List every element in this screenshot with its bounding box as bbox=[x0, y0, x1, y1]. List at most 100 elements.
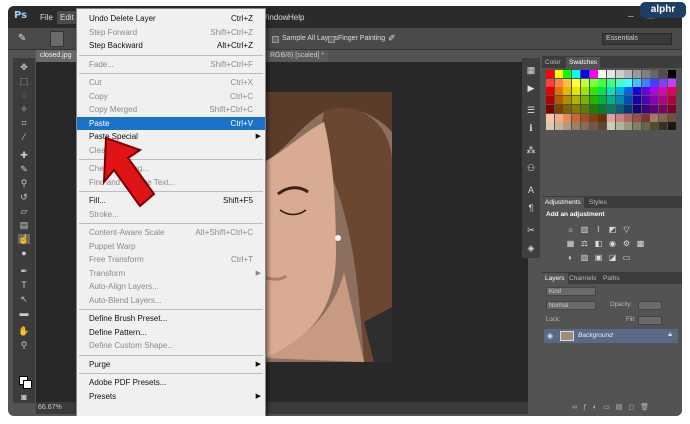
color-swatch[interactable] bbox=[650, 78, 659, 87]
pen-tool-icon[interactable]: ✒ bbox=[18, 266, 30, 276]
menu-item-paste[interactable]: Paste Ctrl+V bbox=[77, 116, 265, 130]
menu-item-transform[interactable]: Transform ▶ bbox=[77, 267, 265, 280]
smudge-tool-icon[interactable]: ☝ bbox=[18, 234, 30, 244]
color-swatch[interactable] bbox=[546, 113, 554, 122]
color-swatch[interactable] bbox=[650, 104, 659, 113]
color-swatch[interactable] bbox=[572, 70, 581, 78]
color-swatch[interactable] bbox=[624, 87, 633, 96]
eyedropper-tool-icon[interactable]: ⁄ bbox=[18, 132, 30, 142]
color-swatch[interactable] bbox=[572, 122, 581, 131]
color-swatch[interactable] bbox=[633, 87, 641, 96]
workspace-select[interactable]: Essentials bbox=[602, 33, 672, 45]
color-swatch[interactable] bbox=[554, 113, 563, 122]
menu-item-copy-merged[interactable]: Copy Merged Shift+Ctrl+C bbox=[77, 103, 265, 116]
color-swatch[interactable] bbox=[598, 104, 607, 113]
posterize-icon[interactable]: ▨ bbox=[580, 253, 589, 262]
color-swatch[interactable] bbox=[546, 78, 554, 87]
color-swatch[interactable] bbox=[563, 70, 572, 78]
color-swatch[interactable] bbox=[659, 78, 668, 87]
color-swatch[interactable] bbox=[659, 113, 668, 122]
color-swatch[interactable] bbox=[554, 122, 563, 131]
pressure-icon[interactable]: ✐ bbox=[388, 33, 396, 44]
menu-item-auto-align-layers[interactable]: Auto-Align Layers... bbox=[77, 280, 265, 293]
color-swatch[interactable] bbox=[580, 78, 589, 87]
hue-saturation-icon[interactable]: ▦ bbox=[566, 239, 575, 248]
color-swatch[interactable] bbox=[624, 122, 633, 131]
color-balance-icon[interactable]: ⚖ bbox=[580, 239, 589, 248]
menu-item-free-transform[interactable]: Free Transform Ctrl+T bbox=[77, 253, 265, 266]
color-swatch[interactable] bbox=[615, 104, 624, 113]
color-swatch[interactable] bbox=[633, 70, 641, 78]
menu-file[interactable]: File bbox=[40, 13, 53, 22]
layer-actions-bar[interactable]: ∞ƒ◐▭▤◻🗑︎ bbox=[572, 403, 655, 411]
color-swatch[interactable] bbox=[580, 113, 589, 122]
tab-paths[interactable]: Paths bbox=[600, 273, 623, 284]
color-swatch[interactable] bbox=[633, 104, 641, 113]
blend-mode-select[interactable]: Normal bbox=[546, 301, 596, 310]
fill-field[interactable] bbox=[638, 316, 662, 325]
color-swatch[interactable] bbox=[615, 96, 624, 105]
properties-icon[interactable]: ☰ bbox=[525, 104, 537, 116]
finger-painting-checkbox[interactable] bbox=[328, 36, 335, 43]
color-swatch[interactable] bbox=[633, 78, 641, 87]
menu-item-cut[interactable]: Cut Ctrl+X bbox=[77, 76, 265, 89]
invert-icon[interactable]: ◐ bbox=[566, 253, 575, 262]
color-swatch[interactable] bbox=[659, 104, 668, 113]
tab-styles[interactable]: Styles bbox=[586, 197, 610, 208]
color-swatch[interactable] bbox=[572, 96, 581, 105]
color-swatch[interactable] bbox=[667, 96, 676, 105]
clone-source-icon[interactable]: ⚇ bbox=[525, 162, 537, 174]
color-swatch[interactable] bbox=[641, 78, 650, 87]
paragraph-icon[interactable]: ¶ bbox=[525, 202, 537, 214]
brush-tool-icon[interactable]: ✎ bbox=[18, 164, 30, 174]
color-swatch[interactable] bbox=[667, 87, 676, 96]
color-swatch[interactable] bbox=[615, 78, 624, 87]
color-swatch[interactable] bbox=[641, 113, 650, 122]
menu-item-define-custom-shape[interactable]: Define Custom Shape... bbox=[77, 339, 265, 352]
background-color-swatch[interactable] bbox=[23, 380, 32, 389]
zoom-tool-icon[interactable]: ⚲ bbox=[18, 340, 30, 350]
menu-item-presets[interactable]: Presets ▶ bbox=[77, 390, 265, 403]
color-swatch[interactable] bbox=[606, 113, 615, 122]
tab-channels[interactable]: Channels bbox=[566, 273, 599, 284]
color-swatch[interactable] bbox=[580, 104, 589, 113]
color-swatch[interactable] bbox=[659, 70, 668, 78]
color-swatch[interactable] bbox=[546, 104, 554, 113]
color-swatch[interactable] bbox=[624, 113, 633, 122]
color-swatch[interactable] bbox=[641, 87, 650, 96]
color-swatch[interactable] bbox=[563, 113, 572, 122]
color-swatch[interactable] bbox=[606, 87, 615, 96]
info-icon[interactable]: ℹ bbox=[525, 122, 537, 134]
history-brush-tool-icon[interactable]: ↺ bbox=[18, 192, 30, 202]
color-swatch[interactable] bbox=[598, 113, 607, 122]
color-swatch[interactable] bbox=[589, 113, 598, 122]
color-swatch[interactable] bbox=[650, 70, 659, 78]
color-swatch[interactable] bbox=[641, 104, 650, 113]
color-swatch[interactable] bbox=[659, 122, 668, 131]
document-tab[interactable]: closed.jpg bbox=[36, 50, 76, 62]
color-swatch[interactable] bbox=[554, 70, 563, 78]
color-swatch[interactable] bbox=[606, 122, 615, 131]
healing-tool-icon[interactable]: ✚ bbox=[18, 150, 30, 160]
color-swatch[interactable] bbox=[563, 122, 572, 131]
color-swatch[interactable] bbox=[546, 122, 554, 131]
menu-item-content-aware-scale[interactable]: Content-Aware Scale Alt+Shift+Ctrl+C bbox=[77, 226, 265, 239]
menu-edit[interactable]: Edit bbox=[57, 11, 77, 24]
color-swatch[interactable] bbox=[572, 104, 581, 113]
color-swatch[interactable] bbox=[650, 113, 659, 122]
color-swatch[interactable] bbox=[641, 70, 650, 78]
tab-color[interactable]: Color bbox=[542, 57, 564, 68]
zoom-level[interactable]: 66.67% bbox=[38, 404, 62, 411]
levels-icon[interactable]: ▥ bbox=[580, 225, 589, 234]
black-white-icon[interactable]: ◧ bbox=[594, 239, 603, 248]
vibrance-icon[interactable]: ▽ bbox=[622, 225, 631, 234]
layer-filter-kind[interactable]: Kind bbox=[546, 287, 596, 296]
color-swatch[interactable] bbox=[554, 78, 563, 87]
menu-help[interactable]: Help bbox=[288, 13, 304, 22]
brightness-icon[interactable]: ☼ bbox=[566, 225, 575, 234]
color-swatch[interactable] bbox=[546, 70, 554, 78]
lasso-tool-icon[interactable]: ◌ bbox=[18, 90, 30, 100]
gradient-map-icon[interactable]: ▭ bbox=[622, 253, 631, 262]
crop-tool-icon[interactable]: ⌗ bbox=[18, 118, 30, 128]
visibility-eye-icon[interactable]: ◉ bbox=[547, 332, 553, 340]
